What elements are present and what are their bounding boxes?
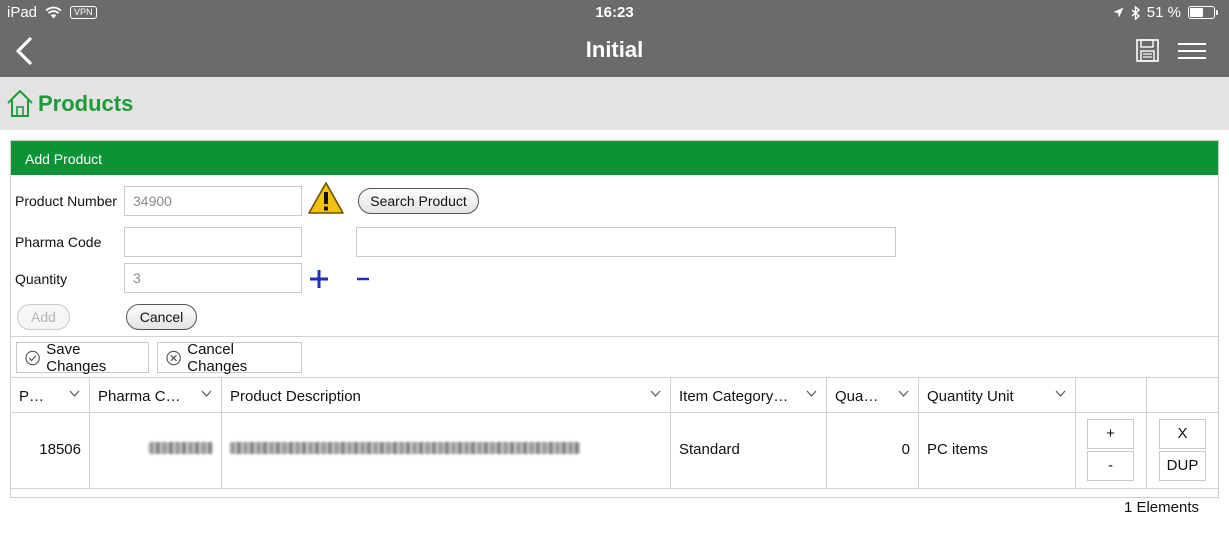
add-product-panel: Add Product Product Number Search Produc… [10,140,1219,498]
column-header-actions [1147,378,1218,413]
save-changes-label: Save Changes [46,340,107,375]
column-header-product[interactable]: P… [11,378,90,413]
quantity-label: Quantity [15,271,68,287]
chevron-down-icon [1055,390,1066,397]
hamburger-menu-icon[interactable] [1178,42,1206,60]
cell-product-description [222,413,671,488]
save-changes-button[interactable]: Save Changes [16,340,149,375]
warning-icon [308,182,344,214]
decrease-quantity-icon[interactable] [356,268,370,290]
location-icon [1113,7,1124,18]
add-button[interactable]: Add [17,304,70,330]
cell-pharma-code [90,413,222,488]
column-header-quantity-unit[interactable]: Quantity Unit [919,378,1076,413]
product-number-label: Product Number [15,193,117,209]
check-circle-icon [25,350,40,365]
cell-quantity-unit: PC items [919,413,1076,488]
column-header-label: Quantity Unit [927,388,1014,405]
column-header-adjust [1076,378,1147,413]
divider [11,336,1218,337]
nav-title: Initial [585,37,644,62]
column-header-quantity[interactable]: Qua… [827,378,919,413]
row-increase-button[interactable]: + [1087,419,1134,449]
redacted-product-description [230,442,580,454]
search-product-button[interactable]: Search Product [358,188,479,214]
products-table: P… Pharma C… Product Description Item Ca… [11,377,1218,489]
cancel-changes-button[interactable]: Cancel Changes [157,340,302,375]
column-header-pharma-code[interactable]: Pharma C… [90,378,222,413]
cell-quantity: 0 [827,413,919,488]
chevron-down-icon [69,390,80,397]
cell-product: 18506 [11,413,90,488]
status-bar: iPad VPN 16:23 51 % [0,0,1229,26]
battery-percent: 51 % [1146,4,1181,21]
quantity-input[interactable] [124,263,302,293]
column-header-label: P… [19,388,45,405]
page-header: Products [0,77,1229,130]
increase-quantity-icon[interactable] [308,268,330,290]
column-header-item-category[interactable]: Item Category… [671,378,827,413]
row-delete-button[interactable]: X [1159,419,1206,449]
elements-count: 1 Elements [1123,499,1199,516]
row-duplicate-button[interactable]: DUP [1159,451,1206,481]
battery-icon [1188,6,1218,19]
status-time: 16:23 [595,4,634,21]
row-decrease-button[interactable]: - [1087,451,1134,481]
cell-item-category: Standard [671,413,827,488]
cancel-changes-label: Cancel Changes [187,340,248,375]
pharma-code-input[interactable] [124,227,302,257]
table-row[interactable]: 18506 Standard 0 PC items + - X DUP [11,413,1218,489]
column-header-label: Qua… [835,388,879,405]
save-icon[interactable] [1136,39,1159,62]
add-product-header: Add Product [11,141,1218,175]
column-header-label: Item Category… [679,388,789,405]
chevron-down-icon [806,390,817,397]
bluetooth-icon [1131,5,1140,20]
cancel-button[interactable]: Cancel [126,304,197,330]
product-number-input[interactable] [124,186,302,216]
column-header-label: Product Description [230,388,361,405]
product-description-input[interactable] [356,227,896,257]
column-header-label: Pharma C… [98,388,181,405]
chevron-down-icon [650,390,661,397]
home-icon[interactable] [6,88,34,118]
redacted-pharma-code [149,442,213,454]
pharma-code-label: Pharma Code [15,234,102,250]
table-header: P… Pharma C… Product Description Item Ca… [11,377,1218,413]
top-bar: iPad VPN 16:23 51 % Initial [0,0,1229,77]
chevron-down-icon [898,390,909,397]
page-title: Products [38,91,134,116]
column-header-product-description[interactable]: Product Description [222,378,671,413]
cancel-circle-icon [166,350,181,365]
chevron-down-icon [201,390,212,397]
